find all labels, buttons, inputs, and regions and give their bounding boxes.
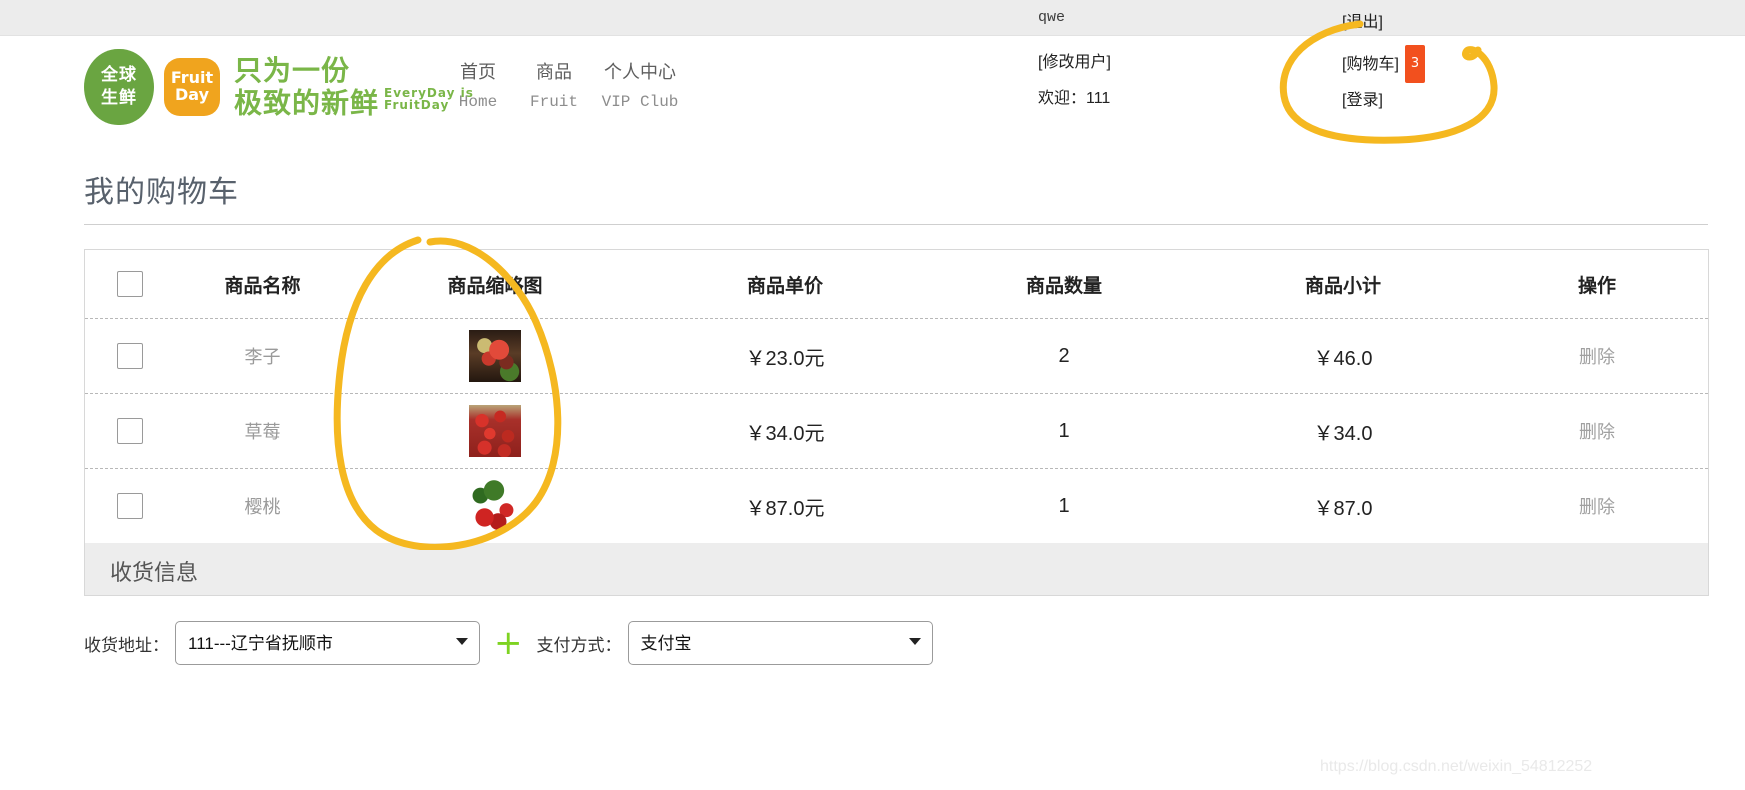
table-row: 草莓 ￥34.0元 1 ￥34.0 删除	[85, 393, 1708, 468]
cart-count-badge: 3	[1404, 45, 1426, 83]
slogan-line-1: 只为一份	[234, 55, 351, 87]
row-product-name: 草莓	[244, 422, 281, 442]
badge-line-1: 全球	[101, 65, 137, 85]
login-link[interactable]: [登录]	[1342, 83, 1425, 119]
brand-slogan: 只为一份 极致的新鲜 EveryDay is FruitDay	[234, 55, 474, 118]
header-product-thumb: 商品缩略图	[447, 275, 543, 297]
fruitday-line-2: Day	[174, 85, 209, 104]
cart-link[interactable]: [购物车] 3	[1342, 45, 1426, 83]
row-subtotal: ￥87.0	[1313, 497, 1373, 520]
site-header: 全球 生鲜 Fruit Day 只为一份 极致的新鲜 EveryDay is Fru…	[0, 37, 1745, 147]
shipping-section-header: 收货信息	[84, 543, 1709, 596]
nav-home-en: Home	[458, 93, 498, 111]
row-subtotal: ￥34.0	[1313, 422, 1373, 445]
address-select-wrap: 111---辽宁省抚顺市	[175, 621, 480, 665]
cart-link-label: [购物车]	[1342, 56, 1399, 73]
nav-vip-cn: 个人中心	[604, 62, 676, 82]
row-product-name: 李子	[244, 347, 281, 367]
header-product-price: 商品单价	[746, 275, 823, 297]
row-product-name: 樱桃	[244, 497, 281, 517]
header-product-thumb-cell: 商品缩略图	[350, 271, 640, 298]
table-row: 樱桃 ￥87.0元 1 ￥87.0 删除	[85, 468, 1708, 543]
global-fresh-badge-icon: 全球 生鲜	[84, 49, 154, 125]
table-row: 李子 ￥23.0元 2 ￥46.0 删除	[85, 318, 1708, 393]
header-action: 操作	[1577, 275, 1616, 297]
badge-line-2: 生鲜	[101, 88, 137, 107]
select-all-cell	[85, 271, 175, 297]
nav-item-fruit[interactable]: 商品 Fruit	[516, 57, 592, 117]
row-subtotal: ￥46.0	[1313, 347, 1373, 370]
row-checkbox[interactable]	[117, 493, 143, 519]
shipping-form: 收货地址： 111---辽宁省抚顺市 + 支付方式： 支付宝	[84, 608, 1709, 678]
row-price: ￥87.0元	[745, 497, 825, 520]
row-thumb-cell	[350, 330, 640, 382]
row-thumb-cell	[350, 480, 640, 532]
row-price: ￥23.0元	[745, 347, 825, 370]
account-links-right: [购物车] 3 [登录]	[1342, 45, 1426, 119]
main-nav: 首页 Home 商品 Fruit 个人中心 VIP Club	[440, 57, 688, 117]
logout-link[interactable]: [退出]	[1342, 8, 1383, 32]
cherry-thumbnail	[469, 480, 521, 532]
watermark: https://blog.csdn.net/weixin_54812252	[1320, 758, 1593, 775]
top-bar: qwe [退出]	[0, 0, 1745, 36]
row-thumb-cell	[350, 405, 640, 457]
row-select-cell	[85, 493, 175, 519]
nav-fruit-en: Fruit	[529, 93, 578, 111]
fruitday-logo-icon: Fruit Day	[164, 58, 220, 116]
row-select-cell	[85, 418, 175, 444]
nav-vip-en: VIP Club	[601, 93, 679, 111]
brand-logo[interactable]: 全球 生鲜 Fruit Day 只为一份 极致的新鲜 EveryDay is Fru…	[84, 49, 474, 125]
row-delete-button[interactable]: 删除	[1488, 493, 1706, 519]
address-label: 收货地址：	[84, 635, 169, 655]
plum-thumbnail	[469, 330, 521, 382]
header-product-qty: 商品数量	[1025, 275, 1102, 297]
row-qty: 1	[1058, 419, 1070, 442]
edit-user-link[interactable]: [修改用户]	[1038, 45, 1111, 81]
title-divider	[84, 224, 1708, 225]
welcome-text: 欢迎：111	[1038, 90, 1111, 107]
nav-fruit-cn: 商品	[536, 62, 572, 82]
cart-page: qwe [退出] 全球 生鲜 Fruit Day 只为一份 极致的新鲜 Every…	[0, 0, 1745, 790]
slogan-line-2: 极致的新鲜	[234, 87, 380, 119]
strawberry-thumbnail	[469, 405, 521, 457]
add-address-button[interactable]: +	[494, 626, 523, 660]
address-select[interactable]: 111---辽宁省抚顺市	[175, 621, 480, 665]
header-product-name: 商品名称	[224, 275, 301, 297]
row-select-cell	[85, 343, 175, 369]
shipping-section-title: 收货信息	[110, 560, 199, 585]
nav-home-cn: 首页	[460, 62, 496, 82]
select-all-checkbox[interactable]	[117, 271, 143, 297]
payment-select[interactable]: 支付宝	[627, 621, 933, 665]
row-checkbox[interactable]	[117, 343, 143, 369]
row-delete-button[interactable]: 删除	[1488, 418, 1706, 444]
header-product-subtotal: 商品小计	[1304, 275, 1381, 297]
row-checkbox[interactable]	[117, 418, 143, 444]
cart-table: 商品名称 商品缩略图 商品单价 商品数量 商品小计 操作 李子 ￥23.0元 2…	[84, 249, 1709, 544]
row-delete-button[interactable]: 删除	[1488, 343, 1706, 369]
row-price: ￥34.0元	[745, 422, 825, 445]
page-title: 我的购物车	[84, 176, 239, 209]
topbar-username: qwe	[1038, 9, 1066, 26]
cart-table-header-row: 商品名称 商品缩略图 商品单价 商品数量 商品小计 操作	[85, 250, 1708, 318]
nav-item-home[interactable]: 首页 Home	[440, 57, 516, 117]
payment-label: 支付方式：	[536, 635, 622, 655]
row-qty: 2	[1058, 344, 1070, 367]
nav-item-vip-club[interactable]: 个人中心 VIP Club	[592, 57, 688, 117]
account-links-left: [修改用户] 欢迎：111	[1038, 45, 1111, 117]
payment-select-wrap: 支付宝	[627, 621, 933, 665]
row-qty: 1	[1058, 494, 1070, 517]
